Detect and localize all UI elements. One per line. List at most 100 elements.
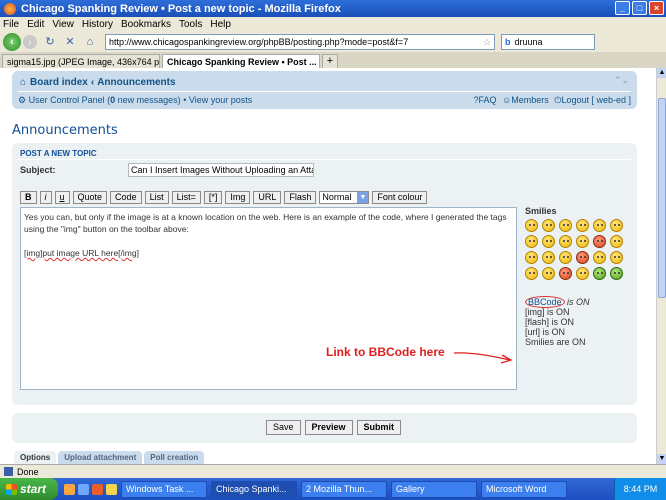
- search-box[interactable]: b druuna: [501, 34, 595, 50]
- list-item-button[interactable]: [*]: [203, 191, 223, 204]
- smiley-icon[interactable]: [576, 219, 589, 232]
- taskbar-item-thunderbird[interactable]: 2 Mozilla Thun...: [301, 480, 387, 498]
- smiley-icon[interactable]: [542, 235, 555, 248]
- quote-button[interactable]: Quote: [72, 191, 108, 204]
- ordered-list-button[interactable]: List=: [171, 191, 201, 204]
- reload-icon[interactable]: ↻: [43, 35, 57, 49]
- smiley-icon[interactable]: [576, 267, 589, 280]
- quicklaunch-icon[interactable]: [106, 483, 117, 495]
- menu-history[interactable]: History: [82, 19, 113, 30]
- menu-file[interactable]: File: [3, 19, 19, 30]
- collapse-chevron-icon[interactable]: ⌃⌄: [614, 75, 629, 86]
- smiley-icon[interactable]: [525, 235, 538, 248]
- faq-link[interactable]: FAQ: [479, 95, 497, 105]
- code-button[interactable]: Code: [110, 191, 142, 204]
- search-engine-icon[interactable]: b: [505, 37, 511, 47]
- menu-bookmarks[interactable]: Bookmarks: [121, 19, 171, 30]
- windows-flag-icon: [6, 483, 17, 495]
- smiley-icon[interactable]: [525, 219, 538, 232]
- smiley-icon[interactable]: [576, 235, 589, 248]
- smiley-icon[interactable]: [559, 235, 572, 248]
- url-text: http://www.chicagospankingreview.org/php…: [109, 37, 409, 47]
- bookmark-star-icon[interactable]: ☆: [483, 37, 494, 48]
- annotation-label: Link to BBCode here: [326, 345, 445, 359]
- tab-options[interactable]: Options: [14, 451, 57, 464]
- smiley-icon[interactable]: [610, 235, 623, 248]
- navigation-toolbar: ‹ › ↻ ✕ ⌂ http://www.chicagospankingrevi…: [0, 32, 666, 52]
- menu-edit[interactable]: Edit: [27, 19, 44, 30]
- board-index-link[interactable]: Board index: [30, 77, 88, 88]
- tab-poll-creation[interactable]: Poll creation: [144, 451, 205, 464]
- smiley-icon[interactable]: [542, 251, 555, 264]
- flash-button[interactable]: Flash: [284, 191, 317, 204]
- tab-post-topic-label: Chicago Spanking Review • Post ...: [167, 56, 317, 67]
- smiley-icon[interactable]: [593, 235, 606, 248]
- quicklaunch-icon[interactable]: [64, 483, 75, 495]
- maximize-button[interactable]: □: [632, 1, 647, 15]
- save-button[interactable]: Save: [266, 420, 301, 435]
- scrollbar-thumb[interactable]: [658, 98, 666, 298]
- smiley-icon[interactable]: [610, 219, 623, 232]
- forward-button[interactable]: ›: [23, 35, 37, 49]
- smiley-icon[interactable]: [593, 251, 606, 264]
- breadcrumb: ⌂ Board index ‹ Announcements: [20, 77, 176, 88]
- smiley-icon[interactable]: [542, 267, 555, 280]
- logout-link[interactable]: Logout [ web-ed ]: [561, 95, 631, 105]
- font-size-select[interactable]: Normal ▼: [319, 191, 370, 204]
- status-bar: Done: [0, 464, 666, 478]
- close-window-button[interactable]: ×: [649, 1, 664, 15]
- list-button[interactable]: List: [144, 191, 169, 204]
- tab-upload-attachment[interactable]: Upload attachment: [58, 451, 143, 464]
- minimize-button[interactable]: _: [615, 1, 630, 15]
- home-icon[interactable]: ⌂: [83, 35, 97, 49]
- img-button[interactable]: Img: [225, 191, 251, 204]
- start-button[interactable]: start: [0, 478, 58, 500]
- font-colour-button[interactable]: Font colour: [372, 191, 428, 204]
- scroll-up-icon[interactable]: ▲: [657, 68, 666, 78]
- dropdown-arrow-icon[interactable]: ▼: [357, 192, 369, 203]
- smiley-icon[interactable]: [559, 251, 572, 264]
- smiley-icon[interactable]: [593, 267, 606, 280]
- page-scrollbar[interactable]: ▲ ▼: [656, 68, 666, 464]
- tab-post-topic[interactable]: Chicago Spanking Review • Post ... ×: [162, 54, 320, 68]
- quicklaunch-icon[interactable]: [92, 483, 103, 495]
- menu-help[interactable]: Help: [210, 19, 231, 30]
- members-link[interactable]: Members: [511, 95, 549, 105]
- smiley-icon[interactable]: [559, 267, 572, 280]
- new-tab-button[interactable]: +: [322, 54, 338, 68]
- quicklaunch-icon[interactable]: [78, 483, 89, 495]
- ucp-link[interactable]: User Control Panel (: [29, 95, 111, 105]
- subject-input[interactable]: Can I Insert Images Without Uploading an…: [128, 163, 314, 177]
- bold-button[interactable]: B: [20, 191, 37, 204]
- smiley-icon[interactable]: [610, 251, 623, 264]
- address-bar[interactable]: http://www.chicagospankingreview.org/php…: [105, 34, 495, 50]
- back-button[interactable]: ‹: [3, 33, 21, 51]
- menu-view[interactable]: View: [52, 19, 74, 30]
- submit-button[interactable]: Submit: [356, 420, 402, 435]
- smiley-icon[interactable]: [576, 251, 589, 264]
- menu-tools[interactable]: Tools: [179, 19, 202, 30]
- taskbar-item-gallery[interactable]: Gallery: [391, 480, 477, 498]
- smiley-icon[interactable]: [542, 219, 555, 232]
- stop-icon[interactable]: ✕: [63, 35, 77, 49]
- smiley-icon[interactable]: [559, 219, 572, 232]
- italic-button[interactable]: i: [39, 191, 52, 204]
- url-button[interactable]: URL: [253, 191, 282, 204]
- taskbar-item-firefox[interactable]: Chicago Spanki...: [211, 480, 297, 498]
- scroll-down-icon[interactable]: ▼: [657, 454, 666, 464]
- taskbar-item-task-manager[interactable]: Windows Task ...: [121, 480, 207, 498]
- preview-button[interactable]: Preview: [304, 420, 353, 435]
- bbcode-status: BBCode is ON [img] is ON [flash] is ON […: [525, 296, 590, 347]
- smiley-icon[interactable]: [525, 267, 538, 280]
- view-posts-link[interactable]: • View your posts: [183, 95, 252, 105]
- tab-image[interactable]: sigma15.jpg (JPEG Image, 436x764 pix...: [2, 54, 160, 68]
- taskbar-item-word[interactable]: Microsoft Word: [481, 480, 567, 498]
- smiley-icon[interactable]: [593, 219, 606, 232]
- underline-button[interactable]: u: [54, 191, 70, 204]
- clock[interactable]: 8:44 PM: [624, 484, 658, 494]
- smiley-icon[interactable]: [610, 267, 623, 280]
- announcements-link[interactable]: Announcements: [97, 77, 175, 88]
- new-messages-label[interactable]: new messages): [115, 95, 181, 105]
- message-textarea[interactable]: Yes you can, but only if the image is at…: [20, 207, 517, 390]
- smiley-icon[interactable]: [525, 251, 538, 264]
